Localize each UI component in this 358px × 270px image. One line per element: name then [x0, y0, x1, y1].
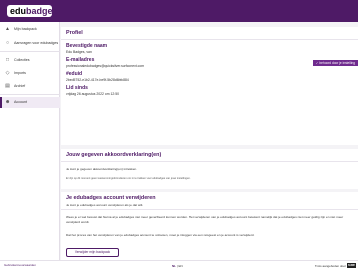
main-content: Profiel Bevestigde naam Edu Badges, van … — [61, 22, 358, 260]
consent-empty-text: Er zijn op dit moment geen toestemmingsf… — [66, 177, 191, 180]
request-icon: ○ — [5, 40, 10, 46]
profile-title: Profiel — [66, 30, 83, 36]
sidebar-item-label: Collecties — [14, 58, 30, 62]
import-icon: ◇ — [5, 70, 10, 76]
backpack-icon: ▲ — [5, 26, 10, 32]
delete-warning-text: Wees je er wel bewust dat hierna al je e… — [66, 215, 344, 224]
eduid-value: 2bed5752-e1b2-417e-be9f-5b28d6bfc884 — [66, 78, 129, 82]
delete-subtitle: Je kunt je edubadges account verwijderen… — [66, 203, 144, 207]
terms-link[interactable]: Gebruikersvoorwaarden — [4, 263, 36, 267]
sidebar-item-label: Imports — [14, 71, 26, 75]
sidebar-item-requests[interactable]: ○ Aanvragen voor edubadges — [0, 38, 60, 49]
sidebar-item-label: Mijn backpack — [14, 27, 37, 31]
delete-account-card: Je edubadges account verwijderen Je kunt… — [61, 192, 358, 260]
sidebar-item-archive[interactable]: ▤ Archief — [0, 81, 60, 92]
consent-text: Je kunt je gegeven akkoordverklaring(en)… — [66, 167, 138, 171]
eduid-label: #eduid — [66, 71, 83, 77]
consent-divider — [61, 161, 358, 162]
sidebar-item-imports[interactable]: ◇ Imports — [0, 68, 60, 79]
language-switcher: NL | EN — [172, 264, 183, 268]
user-icon: ☻ — [5, 99, 11, 105]
delete-divider — [61, 209, 358, 210]
logo-part-edu: edu — [10, 6, 27, 16]
member-since-label: Lid sinds — [66, 85, 88, 91]
powered-by-text: Trots aangeboden door — [314, 264, 346, 268]
sidebar-item-label: Account — [14, 100, 27, 104]
sidebar: ▲ Mijn backpack ○ Aanvragen voor edubadg… — [0, 22, 60, 260]
logo-part-badges: badges — [26, 6, 58, 16]
sidebar-divider — [0, 94, 60, 95]
check-icon: ✓ — [315, 61, 319, 65]
sidebar-item-label: Archief — [14, 84, 26, 88]
archive-icon: ▤ — [5, 83, 10, 89]
consent-title: Jouw gegeven akkoordverklaring(en) — [66, 152, 162, 158]
delete-title: Je edubadges account verwijderen — [66, 195, 156, 201]
member-since-value: vrijdag 26 augustus 2022 om 12:50 — [66, 92, 119, 96]
profile-divider — [61, 39, 358, 40]
surf-logo[interactable]: SURF — [347, 263, 356, 268]
sidebar-divider — [0, 51, 60, 52]
sidebar-item-backpack[interactable]: ▲ Mijn backpack — [0, 24, 60, 35]
email-label: E-mailadres — [66, 57, 95, 63]
sidebar-item-account[interactable]: ☻ Account — [0, 97, 60, 108]
top-bar: edubadges — [0, 0, 358, 22]
profile-card: Profiel Bevestigde naam Edu Badges, van … — [61, 27, 358, 145]
collection-icon: □ — [5, 57, 10, 63]
sidebar-item-label: Aanvragen voor edubadges — [14, 41, 59, 45]
consent-card: Jouw gegeven akkoordverklaring(en) Je ku… — [61, 149, 358, 189]
verified-badge-label: behoord door je instelling — [319, 61, 355, 65]
email-value: professionaledubadges@quicksilver.surfco… — [66, 64, 145, 68]
language-nl[interactable]: NL — [172, 264, 176, 268]
language-en[interactable]: EN — [178, 264, 182, 268]
verified-badge: ✓behoord door je instelling — [312, 60, 358, 66]
confirmed-name-label: Bevestigde naam — [66, 43, 108, 49]
delete-backpack-button[interactable]: Verwijder mijn backpack — [66, 248, 119, 257]
edubadges-logo[interactable]: edubadges — [7, 5, 58, 17]
sidebar-item-collections[interactable]: □ Collecties — [0, 55, 60, 66]
footer: Gebruikersvoorwaarden NL | EN Trots aang… — [0, 260, 358, 270]
delete-process-text: Dat het proces van het verwijderen van j… — [66, 233, 255, 237]
confirmed-name-value: Edu Badges, van — [66, 50, 92, 54]
